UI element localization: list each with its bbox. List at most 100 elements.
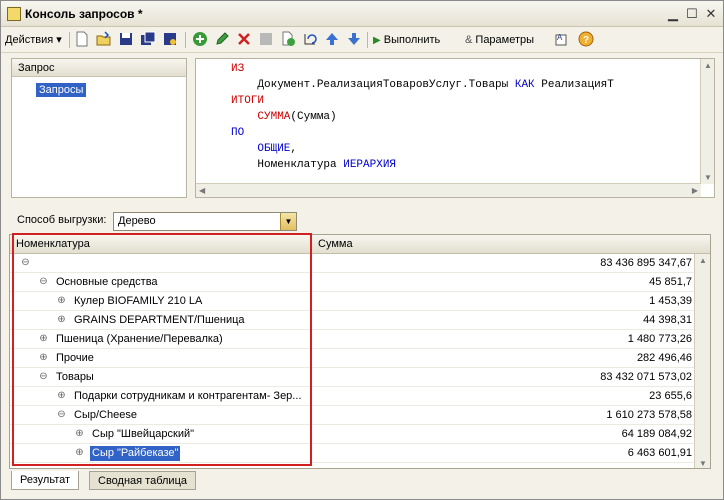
grid-vertical-scrollbar[interactable]: ▲ ▼	[694, 254, 710, 468]
table-row[interactable]: ⊖ 83 436 895 347,67	[10, 254, 696, 273]
expand-icon[interactable]: ⊕	[38, 352, 49, 363]
collapse-icon[interactable]: ⊖	[38, 371, 49, 382]
table-row[interactable]: ⊕ Сыр "Швейцарский" 64 189 084,92	[10, 425, 696, 444]
tab-pivot-table[interactable]: Сводная таблица	[89, 471, 196, 490]
row-label: Пшеница (Хранение/Перевалка)	[56, 333, 223, 345]
code-line: Документ.РеализацияТоваровУслуг.Товары К…	[231, 77, 614, 93]
sum-cell: 1 453,39	[649, 295, 692, 307]
params-button[interactable]: & Параметры	[465, 31, 547, 49]
chevron-down-icon[interactable]: ▼	[280, 213, 296, 230]
svg-text:?: ?	[583, 35, 589, 46]
query-tree-item[interactable]: Запросы	[36, 83, 87, 97]
code-token: Документ.РеализацияТоваровУслуг.Товары	[231, 79, 515, 91]
table-row[interactable]: ⊕ Сыр "Райбеказе" 6 463 601,91	[10, 444, 696, 463]
row-label: Сыр "Райбеказе"	[90, 446, 181, 461]
code-token: ИЗ	[231, 63, 245, 75]
nomenclature-cell: ⊖ Товары	[10, 368, 312, 387]
sum-cell: 1 610 273 578,58	[606, 409, 692, 421]
query-text-editor[interactable]: ИЗ Документ.РеализацияТоваровУслуг.Товар…	[195, 58, 715, 198]
code-line: СУММА(Сумма)	[231, 109, 337, 125]
nomenclature-cell: ⊖	[10, 254, 312, 273]
code-token: ,	[290, 143, 298, 155]
code-line: Номенклатура ИЕРАРХИЯ	[231, 157, 396, 173]
code-line: ИТОГИ	[231, 93, 264, 109]
expand-icon[interactable]: ⊕	[56, 295, 67, 306]
code-line: ИЗ	[231, 61, 244, 77]
edit-icon[interactable]	[213, 31, 231, 49]
sum-cell: 44 398,31	[643, 314, 692, 326]
code-token: Номенклатура	[231, 159, 344, 171]
table-row[interactable]: ⊕ Подарки сотрудникам и контрагентам- Зер…	[10, 387, 696, 406]
move-down-icon[interactable]	[345, 31, 363, 49]
row-label: Сыр "Швейцарский"	[92, 428, 195, 440]
move-up-icon[interactable]	[323, 31, 341, 49]
query-code[interactable]: ИЗ Документ.РеализацияТоваровУслуг.Товар…	[196, 59, 701, 184]
save-as-icon[interactable]	[139, 31, 157, 49]
expand-icon[interactable]: ⊕	[74, 447, 85, 458]
code-token: ОБЩИЕ	[257, 143, 291, 155]
row-label: Прочие	[56, 352, 94, 364]
delete-icon[interactable]	[235, 31, 253, 49]
help-icon[interactable]: ?	[577, 31, 595, 49]
expand-icon[interactable]: ⊕	[74, 428, 85, 439]
row-label: Кулер BIOFAMILY 210 LA	[74, 295, 203, 307]
nomenclature-cell: ⊕ GRAINS DEPARTMENT/Пшеница	[10, 311, 312, 330]
collapse-icon[interactable]: ⊖	[20, 257, 31, 268]
tab-result[interactable]: Результат	[11, 471, 80, 490]
row-label: Товары	[56, 371, 94, 383]
query-tree: Запрос Запросы	[11, 58, 187, 198]
table-row[interactable]: ⊖ Товары 83 432 071 573,02	[10, 368, 696, 387]
column-header-sum[interactable]: Сумма	[312, 235, 696, 254]
open-icon[interactable]	[95, 31, 113, 49]
new-icon[interactable]	[73, 31, 91, 49]
execute-button[interactable]: ▶ Выполнить	[373, 31, 461, 49]
add-icon[interactable]	[191, 31, 209, 49]
save-copy-icon[interactable]	[161, 31, 179, 49]
sum-cell: 1 480 773,26	[627, 333, 692, 345]
copy-icon[interactable]	[279, 31, 297, 49]
row-label: Сыр/Cheese	[74, 409, 137, 421]
code-token: (Сумма)	[290, 111, 337, 123]
table-row[interactable]: ⊕ Пшеница (Хранение/Перевалка) 1 480 773,2…	[10, 330, 696, 349]
table-row[interactable]: ⊖ Основные средства 45 851,7	[10, 273, 696, 292]
close-icon[interactable]: ✕	[703, 6, 719, 22]
code-token: ИЕРАРХИЯ	[343, 159, 397, 171]
save-disabled-icon[interactable]	[257, 31, 275, 49]
code-token: ИТОГИ	[231, 95, 265, 107]
nomenclature-cell: ⊖ Сыр/Cheese	[10, 406, 312, 425]
editor-horizontal-scrollbar[interactable]: ◀ ▶	[196, 183, 701, 197]
nomenclature-cell: ⊕ Подарки сотрудникам и контрагентам- Зер…	[10, 387, 312, 406]
table-row[interactable]: ⊕ GRAINS DEPARTMENT/Пшеница 44 398,31	[10, 311, 696, 330]
export-mode-select[interactable]: Дерево ▼	[113, 212, 297, 231]
export-mode-label: Способ выгрузки:	[17, 214, 107, 226]
table-row[interactable]: ⊕ Прочие 282 496,46	[10, 349, 696, 368]
execute-label: Выполнить	[383, 34, 441, 46]
minimize-icon[interactable]: ▁	[665, 6, 681, 22]
result-grid: Номенклатура Сумма ⊖ 83 436 895 347,67 ⊖ Ос…	[9, 234, 711, 469]
query-tree-header: Запрос	[12, 59, 186, 77]
expand-icon[interactable]: ⊕	[56, 314, 67, 325]
collapse-icon[interactable]: ⊖	[38, 276, 49, 287]
maximize-icon[interactable]: ☐	[684, 6, 700, 22]
nomenclature-cell: ⊕ Сыр "Швейцарский"	[10, 425, 312, 444]
params-label: Параметры	[475, 34, 535, 46]
editor-vertical-scrollbar[interactable]: ▲ ▼	[700, 59, 714, 184]
collapse-icon[interactable]: ⊖	[56, 409, 67, 420]
column-header-nomenclature[interactable]: Номенклатура	[10, 235, 312, 254]
expand-icon[interactable]: ⊕	[38, 333, 49, 344]
code-line: ОБЩИЕ,	[231, 141, 297, 157]
table-row[interactable]: ⊕ Кулер BIOFAMILY 210 LA 1 453,39	[10, 292, 696, 311]
code-line: ПО	[231, 125, 244, 141]
save-icon[interactable]	[117, 31, 135, 49]
nomenclature-cell: ⊕ Кулер BIOFAMILY 210 LA	[10, 292, 312, 311]
expand-icon[interactable]: ⊕	[56, 390, 67, 401]
table-row[interactable]: ⊖ Сыр/Cheese 1 610 273 578,58	[10, 406, 696, 425]
actions-menu-button[interactable]: Действия ▾	[5, 31, 67, 49]
query-wizard-icon[interactable]: A	[553, 31, 571, 49]
sum-cell: 23 655,6	[649, 390, 692, 402]
code-token: СУММА	[257, 111, 291, 123]
row-label: Подарки сотрудникам и контрагентам- Зер.…	[74, 390, 302, 402]
undo-icon[interactable]	[301, 31, 319, 49]
